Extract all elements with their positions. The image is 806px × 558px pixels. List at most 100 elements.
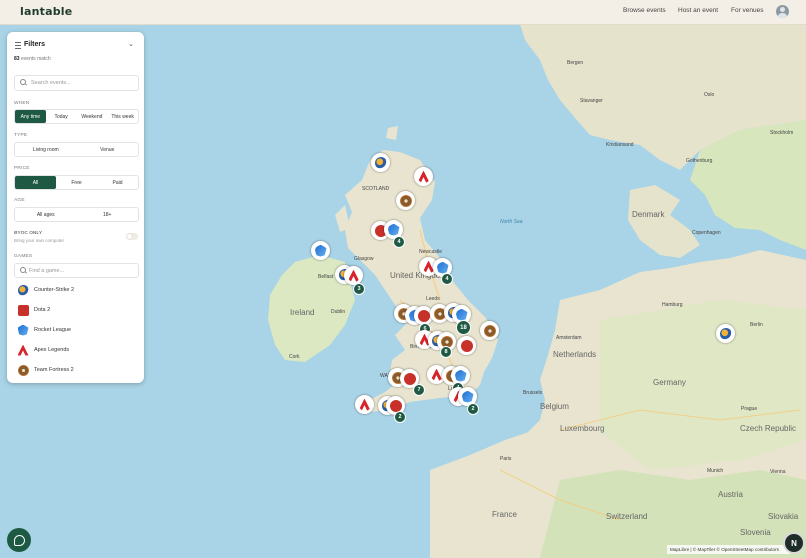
map-attribution[interactable]: MapLibre | © MapTiler © OpenStreetMap co… — [667, 545, 790, 554]
game-item-apex-legends[interactable]: Apex Legends — [17, 343, 69, 357]
label-stockholm: Stockholm — [770, 130, 794, 136]
label-paris: Paris — [500, 456, 512, 462]
event-marker[interactable] — [480, 321, 499, 340]
label-slovenia: Slovenia — [740, 528, 771, 537]
type-label: TYPE — [14, 133, 28, 138]
event-marker[interactable] — [716, 324, 735, 343]
label-slovakia: Slovakia — [768, 512, 799, 521]
game-item-label: Team Fortress 2 — [34, 367, 74, 373]
filters-title: Filters — [24, 41, 46, 48]
game-search-input[interactable]: Find a game... — [14, 263, 139, 278]
dota-icon — [403, 372, 416, 385]
when-weekend[interactable]: Weekend — [77, 110, 108, 123]
chevron-down-icon[interactable]: ⌄ — [128, 40, 134, 48]
chat-button[interactable] — [7, 528, 31, 552]
event-marker[interactable] — [396, 191, 415, 210]
chat-bubble-icon — [13, 534, 25, 546]
price-label: PRICE — [14, 166, 30, 171]
when-any-time[interactable]: Any time — [15, 110, 46, 123]
brand-logo[interactable]: lantable — [20, 5, 72, 18]
age-segmented: All ages 18+ — [14, 207, 139, 222]
rocket-league-icon — [17, 324, 29, 336]
event-marker[interactable] — [371, 153, 390, 172]
label-vienna: Vienna — [770, 469, 786, 475]
label-belfast: Belfast — [318, 274, 334, 280]
event-marker[interactable] — [355, 395, 374, 414]
game-item-counter-strike-2[interactable]: Counter-Strike 2 — [17, 283, 74, 297]
when-this-week[interactable]: This week — [107, 110, 138, 123]
price-paid[interactable]: Paid — [97, 176, 138, 189]
label-brussels: Brussels — [523, 390, 543, 396]
label-belgium: Belgium — [540, 402, 569, 411]
games-label: GAMES — [14, 254, 33, 259]
cluster-count-badge[interactable]: 3 — [353, 283, 365, 295]
cluster-count-badge[interactable]: 7 — [413, 384, 425, 396]
label-berlin: Berlin — [750, 322, 763, 328]
cluster-count-badge[interactable]: 8 — [440, 346, 452, 358]
age-all-ages[interactable]: All ages — [15, 208, 77, 221]
dota-icon — [17, 304, 29, 316]
compass-button[interactable]: N — [783, 532, 805, 554]
event-marker[interactable] — [457, 336, 476, 355]
cluster-count-badge[interactable]: 4 — [393, 236, 405, 248]
event-marker[interactable] — [414, 167, 433, 186]
label-luxembourg: Luxembourg — [560, 424, 605, 433]
label-czech-republic: Czech Republic — [740, 424, 797, 433]
dota-icon — [389, 399, 402, 412]
label-switzerland: Switzerland — [606, 512, 648, 521]
label-amsterdam: Amsterdam — [556, 335, 582, 341]
menu-icon[interactable] — [15, 42, 21, 49]
game-item-label: Counter-Strike 2 — [34, 287, 75, 293]
label-oslo: Oslo — [704, 92, 715, 98]
label-dublin: Dublin — [331, 309, 346, 315]
price-all[interactable]: All — [15, 176, 56, 189]
cluster-count-badge[interactable]: 2 — [394, 411, 406, 423]
type-segmented: Living room Venue — [14, 142, 139, 157]
game-item-dota-2[interactable]: Dota 2 — [17, 303, 50, 317]
user-avatar[interactable] — [776, 5, 789, 18]
label-gothenburg: Gothenburg — [686, 158, 713, 164]
cs2-icon — [17, 284, 29, 296]
event-marker[interactable] — [311, 241, 330, 260]
age-label: AGE — [14, 198, 25, 203]
tf2-icon — [17, 364, 29, 376]
game-item-rocket-league[interactable]: Rocket League — [17, 323, 71, 337]
type-living-room[interactable]: Living room — [15, 143, 77, 156]
nav-for-venues[interactable]: For venues — [731, 7, 764, 14]
byoc-toggle[interactable] — [126, 233, 138, 240]
rocket-league-icon — [455, 308, 468, 321]
cluster-count-badge[interactable]: 4 — [441, 273, 453, 285]
age-18-plus[interactable]: 18+ — [77, 208, 139, 221]
top-bar: lantable Browse events Host an event For… — [0, 0, 806, 25]
cluster-count-badge[interactable]: 2 — [467, 403, 479, 415]
game-item-team-fortress-2[interactable]: Team Fortress 2 — [17, 363, 74, 377]
price-free[interactable]: Free — [56, 176, 97, 189]
cs2-icon — [719, 327, 732, 340]
apex-icon — [17, 344, 29, 356]
rocket-league-icon — [314, 244, 327, 257]
label-leeds: Leeds — [426, 296, 440, 302]
nav-host-event[interactable]: Host an event — [678, 7, 718, 14]
tf2-icon — [399, 194, 412, 207]
when-today[interactable]: Today — [46, 110, 77, 123]
label-austria: Austria — [718, 490, 743, 499]
label-cork: Cork — [289, 354, 300, 360]
label-north-sea: North Sea — [500, 219, 523, 225]
type-venue[interactable]: Venue — [77, 143, 139, 156]
nav-browse-events[interactable]: Browse events — [623, 7, 666, 14]
dota-icon — [460, 339, 473, 352]
label-ireland: Ireland — [290, 308, 315, 317]
rocket-league-icon — [461, 390, 474, 403]
label-france: France — [492, 510, 517, 519]
label-copenhagen: Copenhagen — [692, 230, 721, 236]
label-stavanger: Stavanger — [580, 98, 603, 104]
when-segmented: Any time Today Weekend This week — [14, 109, 139, 124]
cluster-count-badge[interactable]: 18 — [456, 320, 471, 335]
label-newcastle: Newcastle — [419, 249, 443, 255]
label-prague: Prague — [741, 406, 758, 412]
game-search-placeholder: Find a game... — [29, 267, 65, 274]
game-item-label: Dota 2 — [34, 307, 51, 313]
dota-icon — [417, 309, 430, 322]
event-search-input[interactable]: Search events... — [14, 75, 139, 91]
price-segmented: All Free Paid — [14, 175, 139, 190]
